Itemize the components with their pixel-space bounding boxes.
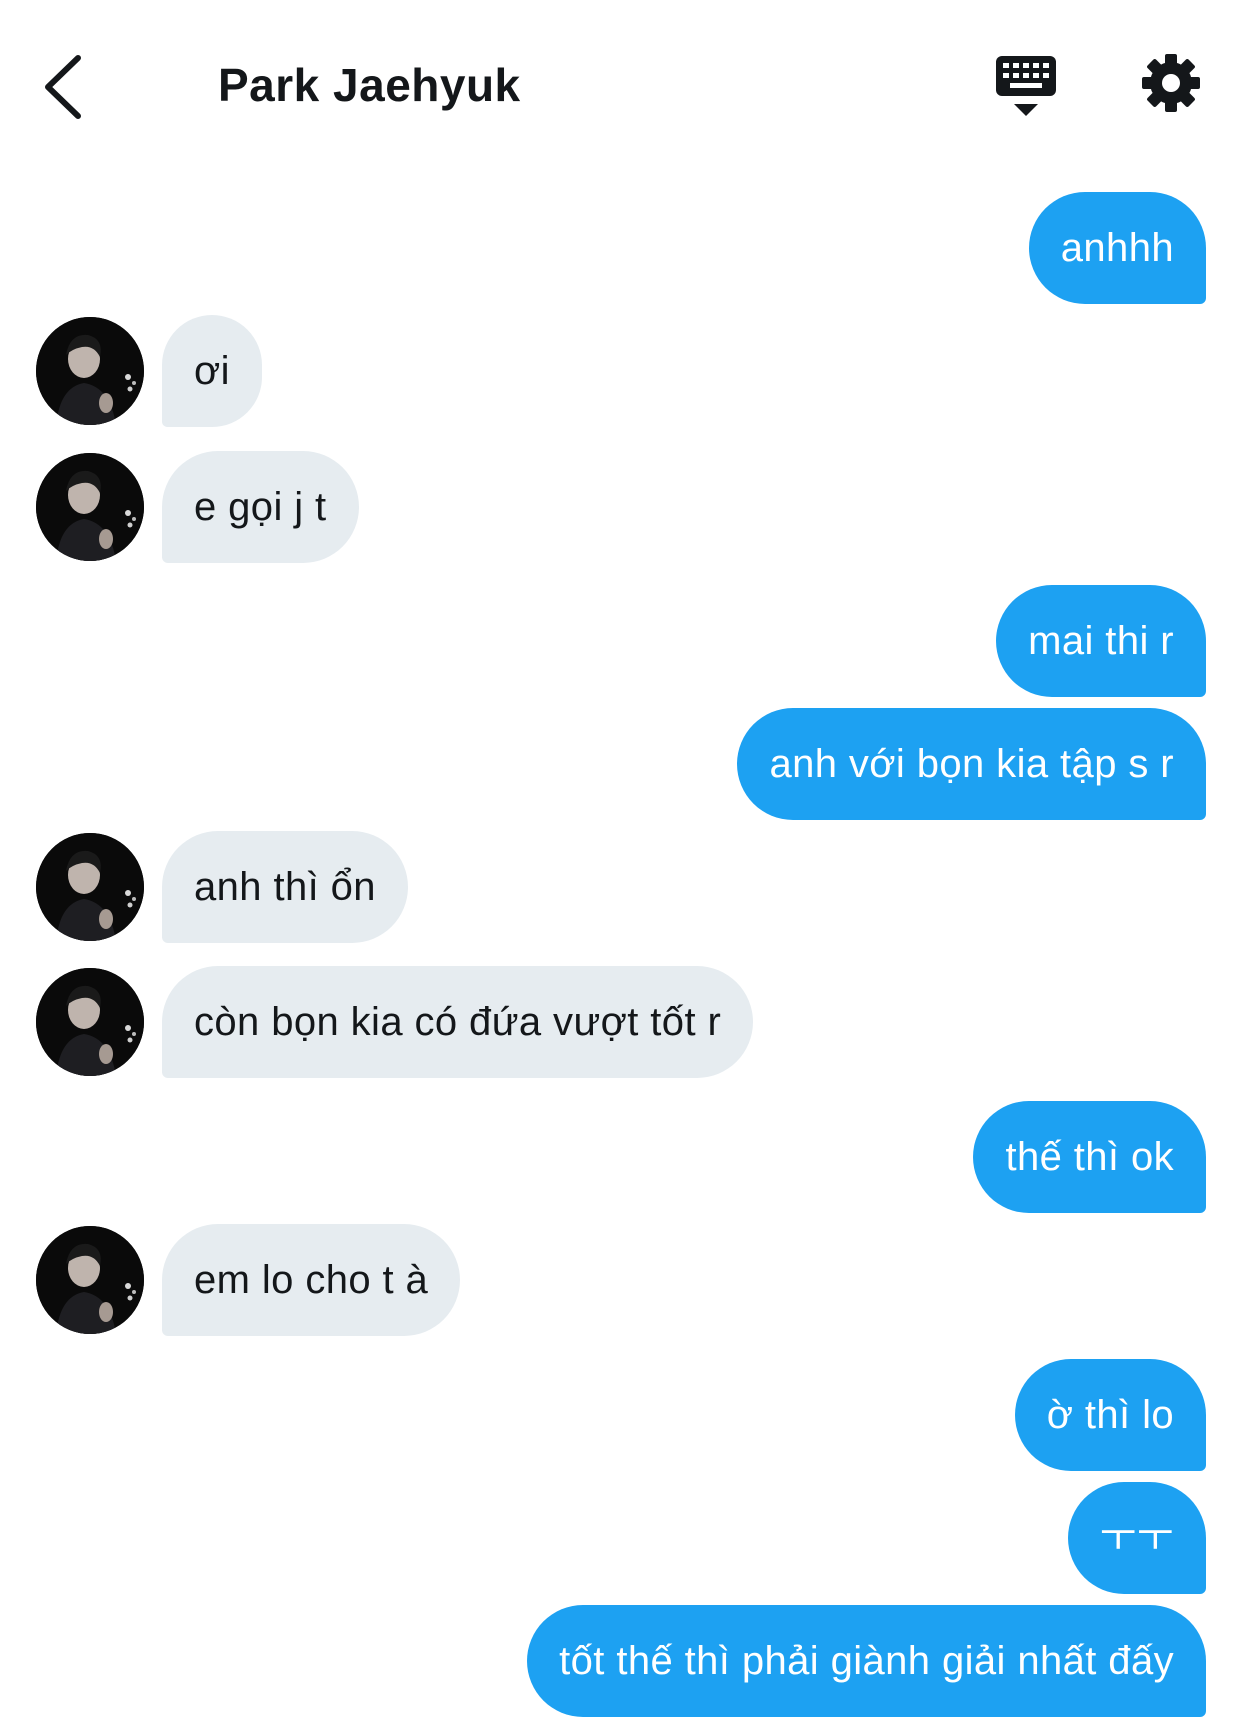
received-message-bubble[interactable]: còn bọn kia có đứa vượt tốt r bbox=[162, 966, 754, 1078]
message-thread: anhhh ơi e gọi j t mai thi r anh với bọn… bbox=[0, 0, 1242, 1717]
received-message-bubble[interactable]: em lo cho t à bbox=[162, 1224, 461, 1336]
message-row: anh thì ổn bbox=[0, 831, 1242, 943]
message-row: em lo cho t à bbox=[0, 1224, 1242, 1336]
sent-message-bubble[interactable]: tốt thế thì phải giành giải nhất đấy bbox=[527, 1605, 1206, 1717]
avatar[interactable] bbox=[36, 1226, 144, 1334]
sent-message-bubble[interactable]: mai thi r bbox=[996, 585, 1206, 697]
message-row: thế thì ok bbox=[0, 1101, 1242, 1213]
avatar[interactable] bbox=[36, 453, 144, 561]
message-row: còn bọn kia có đứa vượt tốt r bbox=[0, 966, 1242, 1078]
avatar[interactable] bbox=[36, 317, 144, 425]
message-row: tốt thế thì phải giành giải nhất đấy bbox=[0, 1605, 1242, 1717]
message-row: e gọi j t bbox=[0, 451, 1242, 563]
sent-message-bubble[interactable]: thế thì ok bbox=[973, 1101, 1206, 1213]
avatar[interactable] bbox=[36, 833, 144, 941]
message-row: ơi bbox=[0, 315, 1242, 427]
received-message-bubble[interactable]: e gọi j t bbox=[162, 451, 359, 563]
sent-message-bubble[interactable]: ờ thì lo bbox=[1014, 1359, 1206, 1471]
message-row: anhhh bbox=[0, 192, 1242, 304]
sent-message-bubble[interactable]: anh với bọn kia tập s r bbox=[737, 708, 1206, 820]
received-message-bubble[interactable]: anh thì ổn bbox=[162, 831, 408, 943]
avatar[interactable] bbox=[36, 968, 144, 1076]
message-row: ờ thì lo bbox=[0, 1359, 1242, 1471]
message-row: anh với bọn kia tập s r bbox=[0, 708, 1242, 820]
message-row: mai thi r bbox=[0, 585, 1242, 697]
sent-message-bubble[interactable]: anhhh bbox=[1028, 192, 1206, 304]
message-row: ㅜㅜ bbox=[0, 1482, 1242, 1594]
received-message-bubble[interactable]: ơi bbox=[162, 315, 262, 427]
sent-message-bubble[interactable]: ㅜㅜ bbox=[1067, 1482, 1206, 1594]
